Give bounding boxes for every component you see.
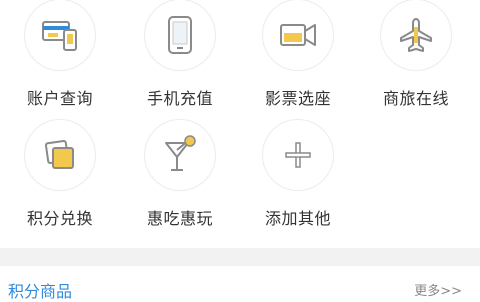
movie-ticket-icon [262, 0, 334, 71]
grid-item-add-other[interactable]: 添加其他 [240, 116, 356, 236]
grid-item-food-fun[interactable]: 惠吃惠玩 [122, 116, 238, 236]
grid-item-label: 惠吃惠玩 [146, 209, 213, 228]
grid-item-business-travel[interactable]: 商旅在线 [358, 0, 474, 116]
grid-item-movie-ticket[interactable]: 影票选座 [240, 0, 356, 116]
plus-icon [262, 119, 334, 191]
airplane-icon [380, 0, 452, 71]
grid-item-label: 添加其他 [264, 209, 331, 228]
account-query-icon [24, 0, 96, 71]
grid-item-phone-recharge[interactable]: 手机充值 [122, 0, 238, 116]
grid-item-points-exchange[interactable]: 积分兑换 [2, 116, 118, 236]
grid-item-label: 商旅在线 [382, 89, 449, 108]
grid-item-label: 手机充值 [146, 89, 213, 108]
cocktail-icon [144, 119, 216, 191]
grid-item-label: 影票选座 [264, 89, 331, 108]
service-grid: 账户查询 手机充值 影票选座 商旅在线 积分兑换 惠吃惠玩 添加其他 [0, 0, 480, 248]
section-divider [0, 248, 480, 266]
grid-item-label: 积分兑换 [26, 209, 93, 228]
section-title: 积分商品 [8, 282, 73, 301]
grid-item-account-query[interactable]: 账户查询 [2, 0, 118, 116]
more-link[interactable]: 更多>> [414, 280, 462, 299]
points-exchange-icon [24, 119, 96, 191]
phone-recharge-icon [144, 0, 216, 71]
grid-item-label: 账户查询 [26, 89, 93, 108]
